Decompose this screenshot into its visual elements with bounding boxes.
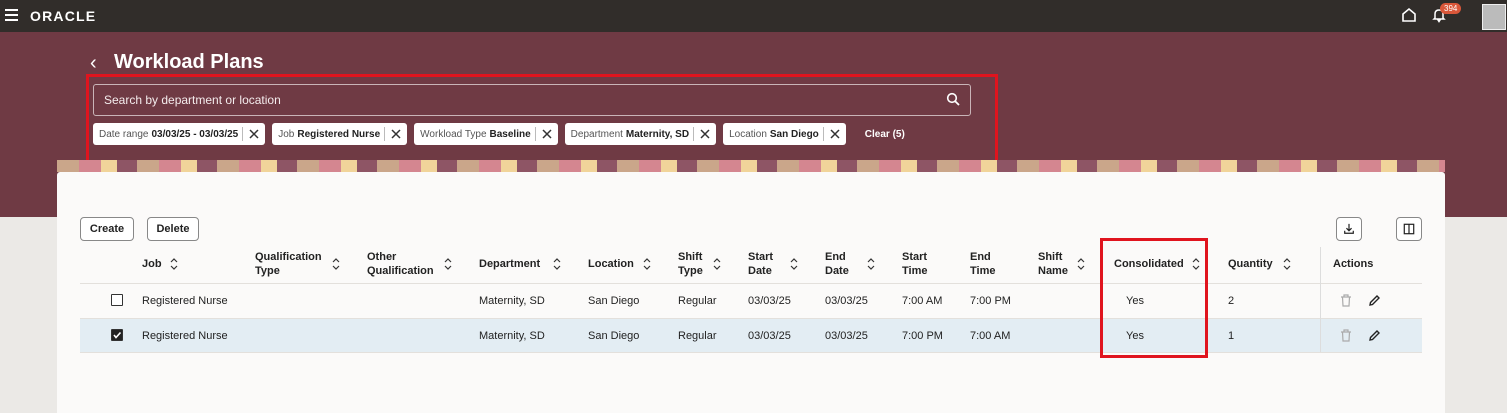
user-avatar[interactable] bbox=[1482, 4, 1506, 30]
home-icon[interactable] bbox=[1400, 6, 1418, 24]
col-header-end-date[interactable]: End Date bbox=[825, 250, 849, 278]
cell-job: Registered Nurse bbox=[142, 330, 228, 342]
column-layout-button[interactable] bbox=[1396, 217, 1422, 241]
cell-start-date: 03/03/25 bbox=[748, 295, 791, 307]
cell-department: Maternity, SD bbox=[479, 330, 545, 342]
cell-shift-type: Regular bbox=[678, 295, 717, 307]
delete-row-icon[interactable] bbox=[1340, 294, 1352, 307]
cell-location: San Diego bbox=[588, 295, 640, 307]
sort-icon[interactable] bbox=[790, 257, 798, 271]
col-header-qualification-type[interactable]: Qualification Type bbox=[255, 250, 322, 278]
edit-row-icon[interactable] bbox=[1368, 294, 1381, 307]
menu-icon[interactable] bbox=[5, 9, 18, 24]
col-header-start-time: Start Time bbox=[902, 251, 928, 277]
col-header-department[interactable]: Department bbox=[479, 257, 540, 271]
cell-end-time: 7:00 PM bbox=[970, 295, 1011, 307]
sort-icon[interactable] bbox=[553, 257, 561, 271]
delete-row-icon[interactable] bbox=[1340, 329, 1352, 342]
download-icon bbox=[1344, 223, 1354, 234]
row-checkbox-checked[interactable] bbox=[111, 329, 123, 341]
cell-start-date: 03/03/25 bbox=[748, 330, 791, 342]
create-button[interactable]: Create bbox=[80, 217, 134, 241]
page-title: Workload Plans bbox=[114, 51, 264, 73]
col-header-actions: Actions bbox=[1333, 258, 1374, 270]
col-header-shift-type[interactable]: Shift Type bbox=[678, 250, 703, 278]
sort-icon[interactable] bbox=[170, 257, 178, 271]
back-chevron-icon[interactable]: ‹ bbox=[90, 52, 97, 75]
col-header-other-qualification[interactable]: Other Qualification bbox=[367, 250, 434, 278]
download-button[interactable] bbox=[1336, 217, 1362, 241]
sort-icon[interactable] bbox=[713, 257, 721, 271]
row-checkbox[interactable] bbox=[111, 294, 123, 306]
cell-location: San Diego bbox=[588, 330, 640, 342]
cell-job: Registered Nurse bbox=[142, 295, 228, 307]
sort-icon[interactable] bbox=[444, 257, 452, 271]
cell-shift-type: Regular bbox=[678, 330, 717, 342]
decorative-pattern bbox=[57, 160, 1445, 172]
sort-icon[interactable] bbox=[1283, 257, 1291, 271]
cell-end-date: 03/03/25 bbox=[825, 295, 868, 307]
col-header-job[interactable]: Job bbox=[142, 257, 162, 271]
notification-count-badge: 394 bbox=[1440, 3, 1462, 14]
actions-column-divider bbox=[1320, 247, 1321, 352]
cell-department: Maternity, SD bbox=[479, 295, 545, 307]
consolidated-column-highlight-box bbox=[1100, 238, 1208, 358]
col-header-start-date[interactable]: Start Date bbox=[748, 250, 773, 278]
col-header-end-time: End Time bbox=[970, 251, 996, 277]
sort-icon[interactable] bbox=[867, 257, 875, 271]
check-icon bbox=[113, 331, 122, 339]
search-highlight-box bbox=[86, 74, 998, 163]
delete-button[interactable]: Delete bbox=[147, 217, 199, 241]
col-header-quantity[interactable]: Quantity bbox=[1228, 257, 1273, 271]
edit-row-icon[interactable] bbox=[1368, 329, 1381, 342]
divider bbox=[80, 352, 1422, 353]
cell-start-time: 7:00 AM bbox=[902, 295, 943, 307]
cell-quantity: 1 bbox=[1228, 330, 1235, 342]
cell-start-time: 7:00 PM bbox=[902, 330, 943, 342]
top-bar: ORACLE 394 bbox=[0, 0, 1507, 32]
cell-quantity: 2 bbox=[1228, 295, 1235, 307]
oracle-logo[interactable]: ORACLE bbox=[30, 8, 96, 24]
sort-icon[interactable] bbox=[643, 257, 651, 271]
col-header-location[interactable]: Location bbox=[588, 257, 634, 271]
cell-end-date: 03/03/25 bbox=[825, 330, 868, 342]
sort-icon[interactable] bbox=[1077, 257, 1085, 271]
col-header-shift-name[interactable]: Shift Name bbox=[1038, 250, 1068, 278]
columns-icon bbox=[1403, 223, 1415, 235]
sort-icon[interactable] bbox=[332, 257, 340, 271]
cell-end-time: 7:00 AM bbox=[970, 330, 1011, 342]
